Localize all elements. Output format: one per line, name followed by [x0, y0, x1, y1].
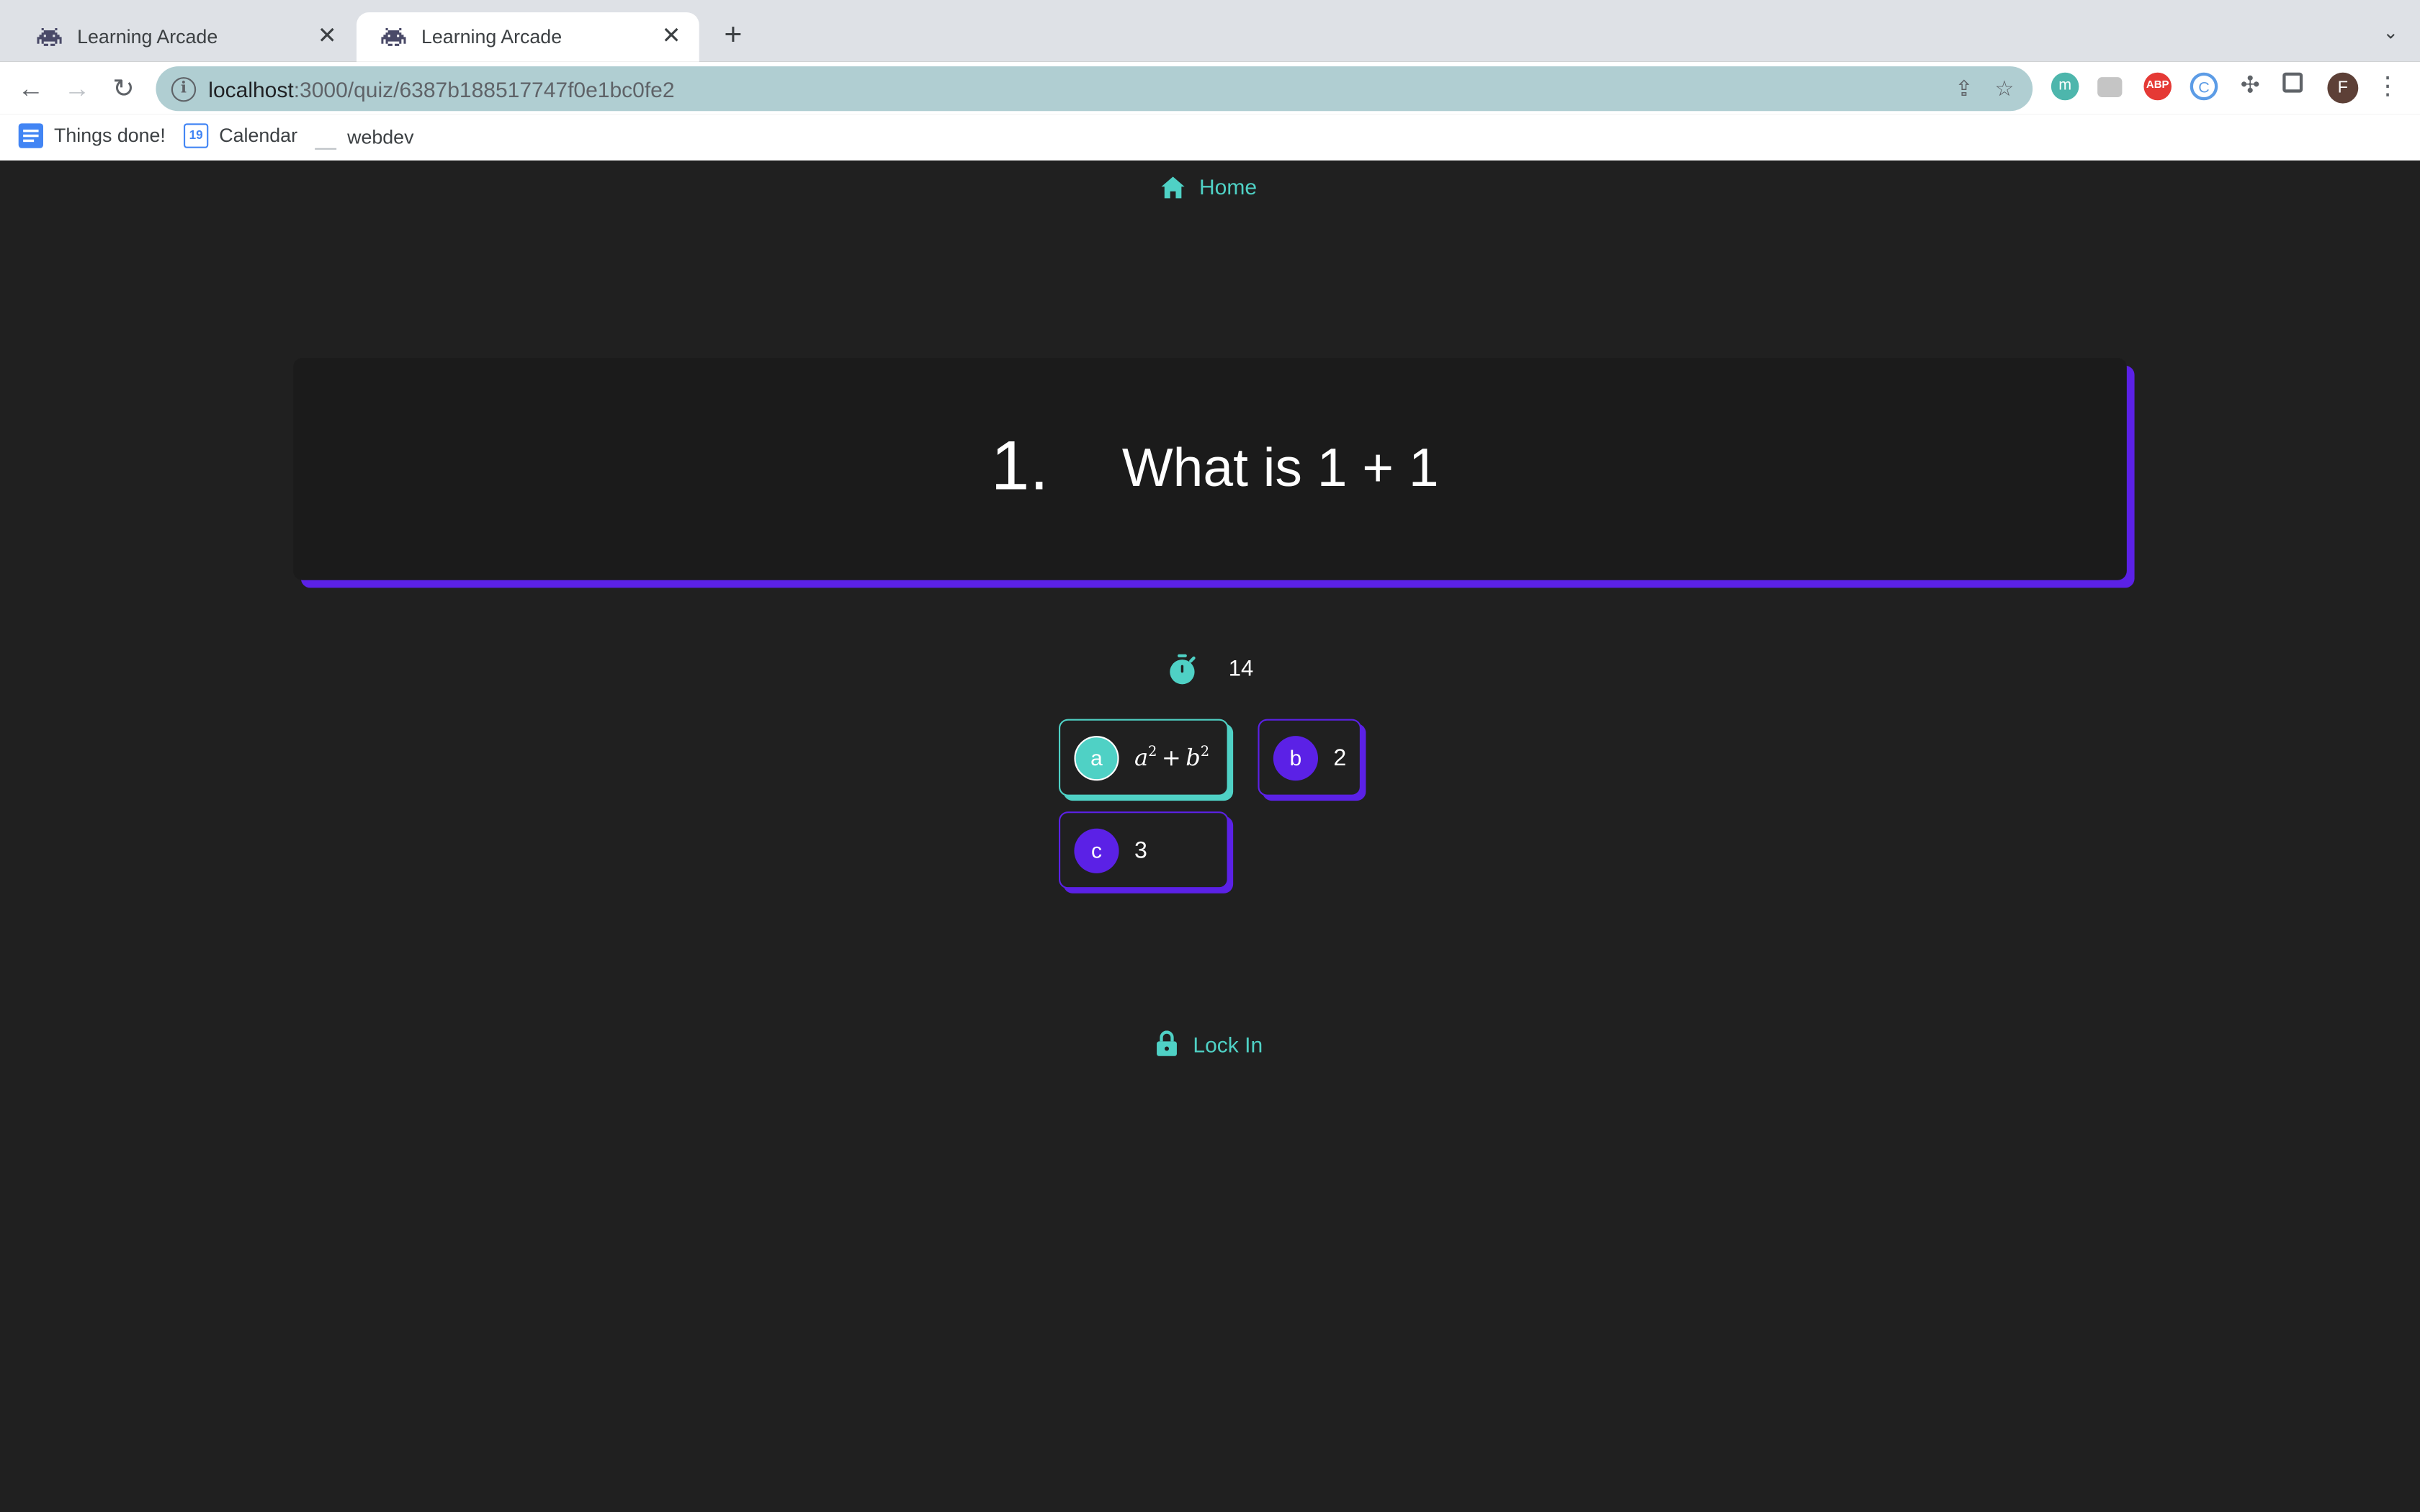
answer-text: 2: [1333, 744, 1347, 771]
browser-tab-active[interactable]: Learning Arcade ✕: [356, 12, 699, 62]
stopwatch-icon: [1170, 654, 1196, 685]
new-tab-button[interactable]: +: [714, 19, 751, 55]
question-text: What is 1 + 1: [1121, 438, 1439, 499]
space-invader-icon: [381, 24, 406, 49]
answer-text-math: a2 + b2: [1134, 743, 1210, 772]
tab-strip: Learning Arcade ✕ Learning Arcade ✕ + ⌄: [0, 0, 2420, 62]
share-icon[interactable]: ⇪: [1955, 76, 1973, 102]
extension-m-icon[interactable]: m: [2051, 72, 2079, 101]
browser-menu-icon[interactable]: ⋮: [2372, 73, 2403, 104]
tab-search-chevron-icon[interactable]: ⌄: [2383, 22, 2398, 43]
countdown-timer: 14: [1168, 654, 1253, 685]
url-host: localhost: [208, 76, 294, 102]
bookmark-webdev[interactable]: webdev: [315, 123, 414, 150]
answer-letter-badge: c: [1074, 827, 1119, 873]
bookmark-label: webdev: [347, 125, 414, 148]
lock-in-label: Lock In: [1193, 1031, 1263, 1056]
bookmark-star-icon[interactable]: ☆: [1995, 76, 2015, 102]
answer-letter-badge: a: [1074, 735, 1119, 780]
adblock-plus-icon[interactable]: ABP: [2143, 72, 2172, 101]
timer-seconds: 14: [1228, 657, 1254, 683]
home-label: Home: [1199, 174, 1258, 199]
tab-title: Learning Arcade: [421, 26, 563, 48]
home-icon: [1161, 176, 1185, 198]
close-tab-icon[interactable]: ✕: [315, 24, 339, 49]
calendar-icon: 19: [183, 123, 209, 148]
answer-option-a[interactable]: a a2 + b2: [1059, 719, 1229, 796]
answer-option-c[interactable]: c 3: [1059, 811, 1229, 889]
browser-toolbar: ← → ↻ i localhost:3000/quiz/6387b1885177…: [0, 61, 2420, 114]
lock-icon: [1157, 1030, 1177, 1056]
url-path: :3000/quiz/6387b188517747f0e1bc0fe2: [293, 76, 675, 102]
answer-letter-badge: b: [1273, 735, 1318, 780]
bookmark-things-done[interactable]: Things done!: [18, 123, 166, 148]
close-tab-icon[interactable]: ✕: [659, 24, 684, 49]
answer-option-b[interactable]: b 2: [1258, 719, 1361, 796]
blank-page-icon: [315, 132, 337, 150]
docs-icon: [18, 123, 43, 148]
lock-in-button[interactable]: Lock In: [1156, 1030, 1263, 1056]
bookmark-label: Things done!: [54, 125, 166, 147]
bookmark-calendar[interactable]: 19 Calendar: [183, 123, 298, 148]
extension-c-icon[interactable]: C: [2190, 72, 2218, 101]
space-invader-icon: [37, 24, 62, 49]
back-icon[interactable]: ←: [15, 74, 46, 105]
reload-icon[interactable]: ↻: [108, 74, 139, 105]
extension-quote-icon[interactable]: [2097, 77, 2123, 97]
profile-avatar[interactable]: F: [2327, 72, 2359, 104]
question-card: 1. What is 1 + 1: [293, 358, 2127, 580]
quiz-page: Home 1. What is 1 + 1 14 a a2 + b2 b 2 c 3…: [0, 160, 2420, 1512]
bookmark-label: Calendar: [219, 125, 298, 147]
extensions-puzzle-icon[interactable]: ✣: [2236, 73, 2264, 101]
site-info-icon[interactable]: i: [171, 76, 197, 102]
address-bar[interactable]: i localhost:3000/quiz/6387b188517747f0e1…: [156, 66, 2033, 112]
answer-text: 3: [1134, 837, 1147, 863]
browser-tab[interactable]: Learning Arcade ✕: [12, 12, 355, 62]
tab-title: Learning Arcade: [77, 26, 218, 48]
bookmarks-bar: Things done! 19 Calendar webdev: [0, 114, 2420, 162]
reading-list-icon[interactable]: [2282, 72, 2303, 93]
forward-icon[interactable]: →: [62, 74, 93, 105]
question-number: 1.: [990, 426, 1049, 505]
home-link[interactable]: Home: [1160, 174, 1257, 199]
